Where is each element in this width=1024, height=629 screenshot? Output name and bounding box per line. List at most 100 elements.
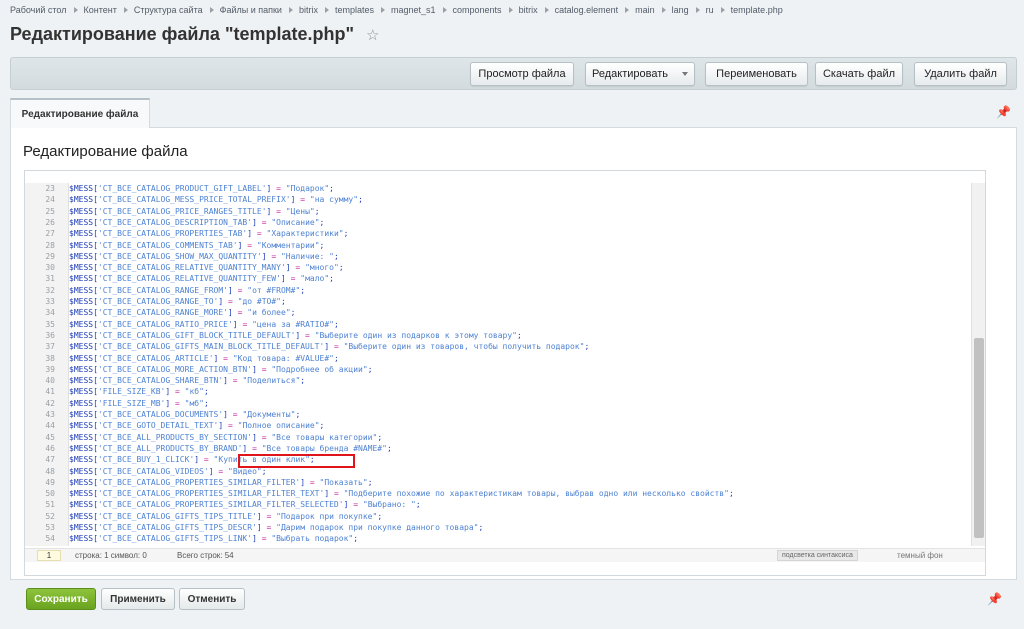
message-key: CT_BCE_CATALOG_PROPERTIES_SIMILAR_FILTER…: [102, 489, 320, 499]
message-value: Комментарии: [261, 240, 315, 250]
code-token: ;: [333, 251, 339, 261]
code-line: 44 $MESS['CT_BCE_GOTO_DETAIL_TEXT'] = "По…: [25, 420, 971, 431]
dark-background-toggle[interactable]: темный фон: [897, 551, 943, 560]
code-text: $MESS['CT_BCE_CATALOG_RELATIVE_QUANTITY_…: [69, 262, 344, 273]
code-line: 34 $MESS['CT_BCE_CATALOG_RANGE_MORE'] = "…: [25, 307, 971, 318]
breadcrumb-item[interactable]: bitrix: [299, 5, 318, 15]
code-token: ;: [517, 330, 522, 340]
breadcrumb-separator-icon: [324, 7, 329, 13]
star-icon[interactable]: ☆: [366, 26, 379, 44]
breadcrumb-separator-icon: [442, 7, 447, 13]
apply-button[interactable]: Применить: [101, 588, 175, 610]
code-token: =: [256, 364, 272, 374]
code-token: =: [242, 240, 257, 250]
code-token: =: [232, 308, 248, 318]
code-token: $MESS[: [69, 353, 98, 363]
cursor-position: строка: 1 символ: 0: [75, 551, 147, 560]
code-token: =: [271, 184, 286, 193]
vertical-scrollbar[interactable]: [971, 183, 985, 546]
code-text: $MESS['CT_BCE_CATALOG_GIFTS_TIPS_LINK'] …: [69, 533, 358, 544]
current-line-input[interactable]: 1: [37, 550, 61, 561]
view-file-button[interactable]: Просмотр файла: [470, 62, 574, 86]
delete-file-button[interactable]: Удалить файл: [914, 62, 1007, 86]
code-token: ;: [338, 263, 344, 273]
message-key: CT_BCE_ALL_PRODUCTS_BY_SECTION: [102, 432, 248, 442]
breadcrumb-item[interactable]: Файлы и папки: [220, 5, 282, 15]
message-value: Все товары категории: [276, 432, 373, 442]
code-line: 41 $MESS['FILE_SIZE_KB'] = "кб";: [25, 386, 971, 397]
breadcrumb-separator-icon: [381, 7, 385, 13]
breadcrumb-item[interactable]: template.php: [731, 5, 783, 15]
breadcrumb-item[interactable]: Структура сайта: [134, 5, 203, 15]
message-value: Подробнее об акции: [276, 364, 363, 374]
scrollbar-thumb[interactable]: [974, 338, 984, 538]
line-number: 41: [45, 387, 55, 397]
breadcrumb-item[interactable]: Рабочий стол: [10, 5, 67, 15]
line-number: 42: [45, 398, 55, 408]
breadcrumb-item[interactable]: lang: [672, 5, 689, 15]
code-token: $MESS[: [69, 455, 98, 465]
rename-button[interactable]: Переименовать: [705, 62, 808, 86]
message-key: CT_BCE_CATALOG_GIFTS_TIPS_DESCR: [102, 523, 253, 532]
message-key: CT_BCE_CATALOG_PRODUCT_GIFT_LABEL: [102, 184, 262, 193]
action-toolbar: Просмотр файла Редактировать Переименова…: [10, 57, 1017, 90]
code-token: =: [227, 376, 243, 386]
message-key: CT_BCE_CATALOG_SHARE_BTN: [102, 376, 219, 386]
code-token: =: [170, 387, 185, 397]
code-token: =: [227, 410, 243, 419]
code-line: 40 $MESS['CT_BCE_CATALOG_SHARE_BTN'] = "П…: [25, 375, 971, 386]
breadcrumb-item[interactable]: components: [453, 5, 502, 15]
message-value: Наличие:: [285, 251, 330, 261]
code-token: =: [223, 297, 238, 306]
code-token: $MESS[: [69, 387, 98, 397]
breadcrumb-item[interactable]: templates: [335, 5, 374, 15]
code-line: 28 $MESS['CT_BCE_CATALOG_COMMENTS_TAB'] =…: [25, 240, 971, 251]
code-token: ;: [319, 240, 325, 250]
code-token: ;: [300, 376, 306, 386]
breadcrumb-item[interactable]: magnet_s1: [391, 5, 436, 15]
cancel-button[interactable]: Отменить: [179, 588, 245, 610]
syntax-highlight-toggle[interactable]: подсветка синтаксиса: [777, 550, 858, 561]
code-token: =: [329, 342, 344, 352]
page-title: Редактирование файла "template.php": [10, 24, 355, 44]
tab-edit-file[interactable]: Редактирование файла: [10, 98, 150, 129]
code-text: $MESS['CT_BCE_GOTO_DETAIL_TEXT'] = "Полн…: [69, 420, 324, 431]
code-text-area[interactable]: 23 $MESS['CT_BCE_CATALOG_PRODUCT_GIFT_LAB…: [25, 183, 971, 546]
download-file-button[interactable]: Скачать файл: [815, 62, 903, 86]
code-line: 33 $MESS['CT_BCE_CATALOG_RANGE_TO'] = "до…: [25, 296, 971, 307]
code-token: $MESS[: [69, 511, 98, 521]
code-text: $MESS['CT_BCE_CATALOG_RELATIVE_QUANTITY_…: [69, 273, 334, 284]
breadcrumb-item[interactable]: bitrix: [519, 5, 538, 15]
highlight-annotation-box: [238, 454, 355, 468]
breadcrumb-item[interactable]: catalog.element: [555, 5, 619, 15]
code-token: =: [329, 489, 344, 499]
code-text: $MESS['CT_BCE_CATALOG_PROPERTIES_SIMILAR…: [69, 488, 734, 499]
line-number: 43: [45, 410, 55, 419]
breadcrumb-item[interactable]: main: [635, 5, 655, 15]
code-token: ;: [367, 364, 373, 374]
code-text: $MESS['CT_BCE_CATALOG_PROPERTIES_SIMILAR…: [69, 477, 373, 488]
breadcrumb-separator-icon: [508, 7, 513, 13]
save-button[interactable]: Сохранить: [26, 588, 96, 610]
code-token: =: [247, 443, 262, 453]
code-token: $MESS[: [69, 263, 98, 273]
breadcrumb-item[interactable]: ru: [706, 5, 714, 15]
message-key: CT_BCE_CATALOG_GIFTS_TIPS_TITLE: [102, 511, 253, 521]
code-line: 54 $MESS['CT_BCE_CATALOG_GIFTS_TIPS_LINK'…: [25, 533, 971, 544]
code-text: $MESS['CT_BCE_CATALOG_PRODUCT_GIFT_LABEL…: [69, 183, 334, 194]
message-key: CT_BCE_CATALOG_PROPERTIES_TAB: [102, 229, 243, 239]
code-text: $MESS['CT_BCE_CATALOG_GIFTS_MAIN_BLOCK_T…: [69, 341, 589, 352]
message-key: CT_BCE_CATALOG_RELATIVE_QUANTITY_MANY: [102, 263, 281, 273]
edit-dropdown-button[interactable]: Редактировать: [585, 62, 695, 86]
code-text: $MESS['CT_BCE_CATALOG_GIFT_BLOCK_TITLE_D…: [69, 330, 522, 341]
code-token: ;: [728, 489, 734, 499]
code-token: =: [300, 330, 315, 340]
pin-icon[interactable]: 📌: [996, 105, 1011, 119]
code-token: =: [261, 523, 277, 532]
pin-icon[interactable]: 📌: [987, 592, 1002, 606]
message-key: CT_BCE_BUY_1_CLICK: [102, 455, 190, 465]
code-line: 45 $MESS['CT_BCE_ALL_PRODUCTS_BY_SECTION'…: [25, 432, 971, 443]
code-token: ;: [415, 500, 421, 510]
message-key: CT_BCE_CATALOG_PRICE_RANGES_TITLE: [102, 206, 262, 216]
breadcrumb-item[interactable]: Контент: [84, 5, 117, 15]
